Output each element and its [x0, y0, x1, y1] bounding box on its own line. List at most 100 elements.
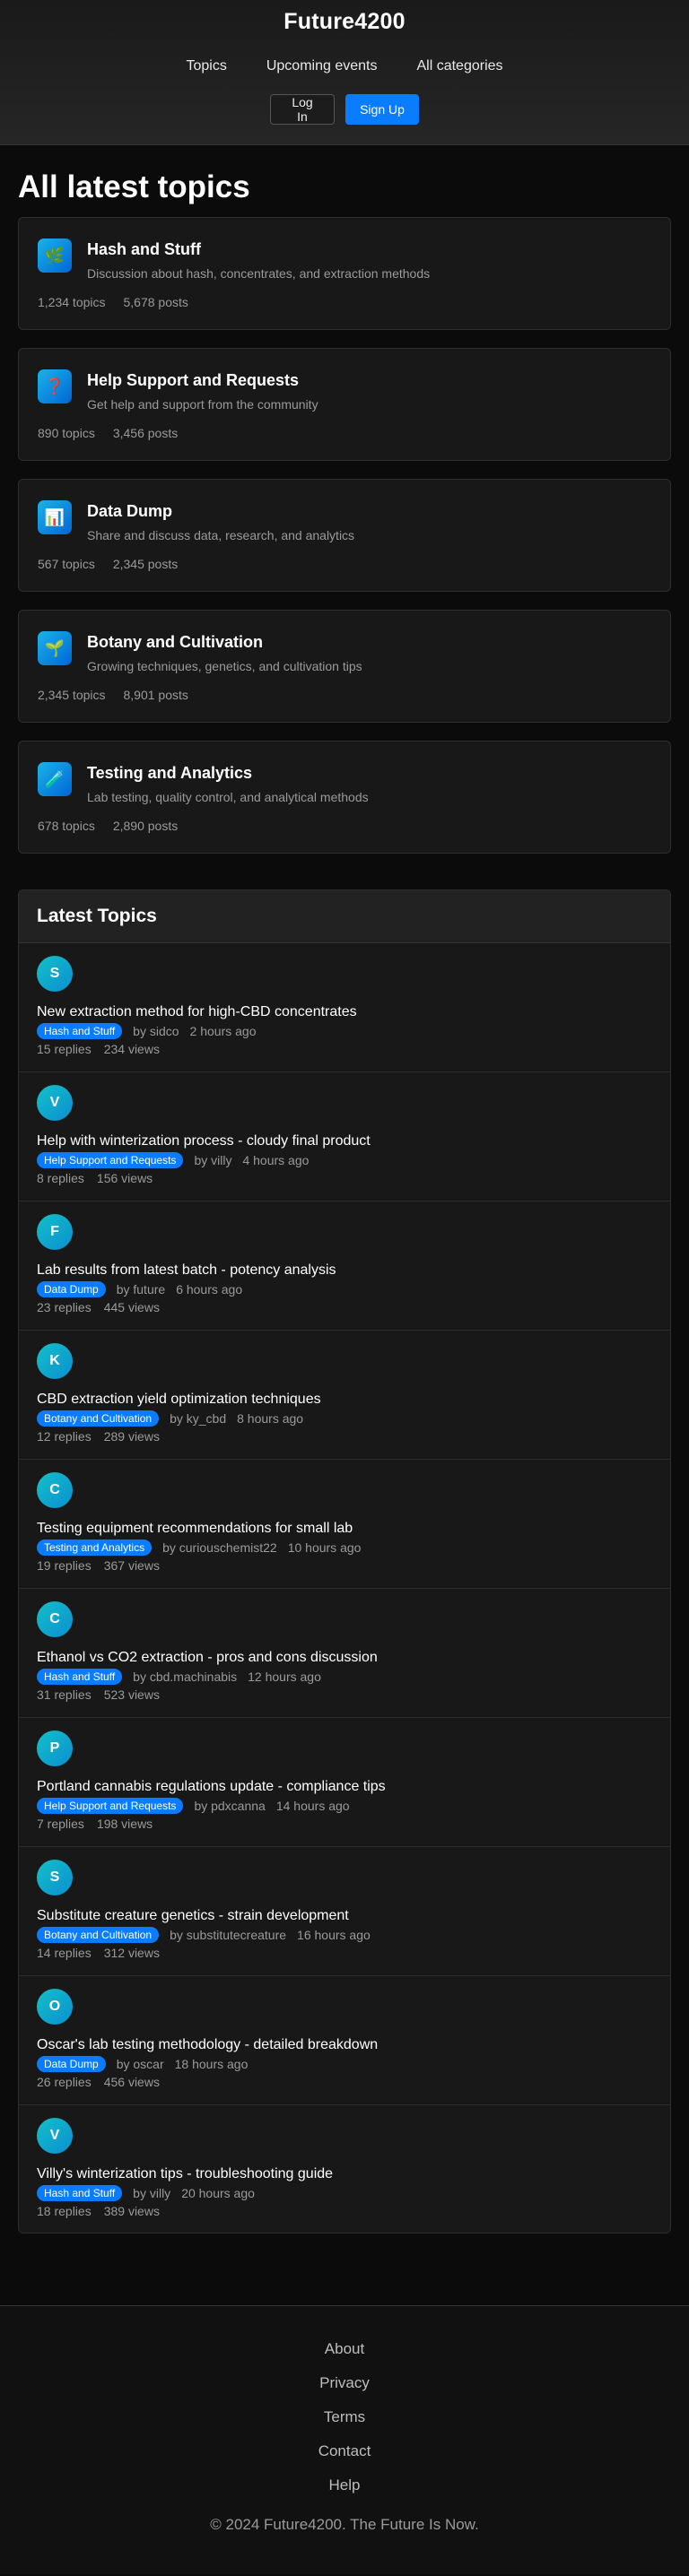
- category-post-count: 5,678 posts: [123, 295, 188, 309]
- main-nav: Topics Upcoming events All categories: [0, 58, 689, 74]
- category-name[interactable]: Testing and Analytics: [87, 764, 652, 783]
- topic-stats: 14 replies 312 views: [37, 1946, 652, 1960]
- topic-stats: 31 replies 523 views: [37, 1687, 652, 1702]
- category-badge[interactable]: Testing and Analytics: [37, 1540, 153, 1556]
- topic-title[interactable]: Substitute creature genetics - strain de…: [37, 1908, 652, 1924]
- footer-link-terms[interactable]: Terms: [0, 2408, 689, 2426]
- category-badge[interactable]: Botany and Cultivation: [37, 1410, 160, 1427]
- category-name[interactable]: Data Dump: [87, 502, 652, 521]
- topic-title[interactable]: Oscar's lab testing methodology - detail…: [37, 2037, 652, 2053]
- category-badge[interactable]: Hash and Stuff: [37, 1669, 123, 1685]
- topic-author: by oscar: [116, 2057, 164, 2071]
- footer-link-contact[interactable]: Contact: [0, 2442, 689, 2460]
- avatar[interactable]: P: [37, 1730, 73, 1766]
- topic-time: 12 hours ago: [248, 1670, 321, 1684]
- category-stats: 678 topics 2,890 posts: [38, 819, 178, 833]
- topic-title[interactable]: Villy's winterization tips - troubleshoo…: [37, 2166, 652, 2182]
- category-card[interactable]: 🌿 Hash and Stuff Discussion about hash, …: [18, 217, 671, 330]
- footer-link-privacy[interactable]: Privacy: [0, 2374, 689, 2392]
- topic-time: 16 hours ago: [297, 1928, 371, 1942]
- topic-meta: Hash and Stuff by sidco 2 hours ago: [37, 1023, 652, 1039]
- nav-upcoming-events[interactable]: Upcoming events: [266, 58, 378, 74]
- avatar[interactable]: S: [37, 1860, 73, 1895]
- category-card[interactable]: ❓ Help Support and Requests Get help and…: [18, 348, 671, 461]
- topic-meta: Testing and Analytics by curiouschemist2…: [37, 1540, 652, 1556]
- chart-icon: 📊: [38, 500, 72, 534]
- category-post-count: 2,890 posts: [112, 819, 179, 833]
- topic-time: 14 hours ago: [275, 1799, 350, 1813]
- main-content: All latest topics 🌿 Hash and Stuff Discu…: [0, 145, 689, 2233]
- topic-title[interactable]: New extraction method for high-CBD conce…: [37, 1004, 652, 1020]
- topic-stats: 18 replies 389 views: [37, 2204, 652, 2218]
- category-badge[interactable]: Botany and Cultivation: [37, 1927, 160, 1943]
- topic-replies: 15 replies: [37, 1042, 92, 1056]
- avatar[interactable]: O: [37, 1989, 73, 2025]
- category-badge[interactable]: Data Dump: [37, 2056, 106, 2072]
- category-card[interactable]: 📊 Data Dump Share and discuss data, rese…: [18, 479, 671, 592]
- topic-replies: 23 replies: [37, 1300, 92, 1314]
- footer-link-help[interactable]: Help: [0, 2476, 689, 2494]
- avatar[interactable]: S: [37, 956, 73, 992]
- avatar[interactable]: C: [37, 1472, 73, 1508]
- topic-time: 20 hours ago: [181, 2186, 255, 2200]
- auth-buttons: Log In Sign Up: [0, 94, 689, 125]
- category-card[interactable]: 🌱 Botany and Cultivation Growing techniq…: [18, 610, 671, 723]
- category-badge[interactable]: Data Dump: [37, 1281, 106, 1297]
- category-description: Share and discuss data, research, and an…: [87, 528, 355, 542]
- category-description: Get help and support from the community: [87, 397, 318, 412]
- topic-replies: 12 replies: [37, 1429, 92, 1444]
- category-stats: 567 topics 2,345 posts: [38, 557, 178, 571]
- topic-title[interactable]: Lab results from latest batch - potency …: [37, 1262, 652, 1279]
- avatar[interactable]: K: [37, 1343, 73, 1379]
- category-card[interactable]: 🧪 Testing and Analytics Lab testing, qua…: [18, 741, 671, 854]
- topic-meta: Data Dump by oscar 18 hours ago: [37, 2056, 652, 2072]
- topic-title[interactable]: Portland cannabis regulations update - c…: [37, 1779, 652, 1795]
- topic-meta: Botany and Cultivation by ky_cbd 8 hours…: [37, 1410, 652, 1427]
- topic-meta: Hash and Stuff by cbd.machinabis 12 hour…: [37, 1669, 652, 1685]
- topic-row: C Ethanol vs CO2 extraction - pros and c…: [19, 1589, 670, 1718]
- topic-title[interactable]: Ethanol vs CO2 extraction - pros and con…: [37, 1650, 652, 1666]
- login-button[interactable]: Log In: [270, 94, 335, 125]
- category-post-count: 2,345 posts: [112, 557, 179, 571]
- category-badge[interactable]: Help Support and Requests: [37, 1152, 184, 1168]
- topic-title[interactable]: CBD extraction yield optimization techni…: [37, 1392, 652, 1408]
- category-badge[interactable]: Hash and Stuff: [37, 2185, 123, 2201]
- category-topic-count: 890 topics: [38, 426, 95, 440]
- nav-topics[interactable]: Topics: [186, 58, 226, 74]
- topic-row: P Portland cannabis regulations update -…: [19, 1718, 670, 1847]
- topic-stats: 15 replies 234 views: [37, 1042, 652, 1056]
- category-name[interactable]: Help Support and Requests: [87, 371, 652, 390]
- site-logo[interactable]: Future4200: [0, 9, 689, 35]
- topic-time: 2 hours ago: [189, 1024, 257, 1038]
- topic-row: V Help with winterization process - clou…: [19, 1072, 670, 1201]
- topic-views: 445 views: [103, 1300, 160, 1314]
- topic-stats: 7 replies 198 views: [37, 1817, 652, 1831]
- topic-stats: 8 replies 156 views: [37, 1171, 652, 1185]
- avatar[interactable]: C: [37, 1601, 73, 1637]
- topic-row: F Lab results from latest batch - potenc…: [19, 1201, 670, 1331]
- nav-all-categories[interactable]: All categories: [416, 58, 502, 74]
- avatar[interactable]: F: [37, 1214, 73, 1250]
- avatar[interactable]: V: [37, 2118, 73, 2154]
- topic-views: 312 views: [103, 1946, 160, 1960]
- category-topic-count: 1,234 topics: [38, 295, 106, 309]
- category-name[interactable]: Botany and Cultivation: [87, 633, 652, 652]
- category-description: Discussion about hash, concentrates, and…: [87, 266, 431, 281]
- topic-title[interactable]: Help with winterization process - cloudy…: [37, 1133, 652, 1149]
- category-description: Growing techniques, genetics, and cultiv…: [87, 659, 362, 673]
- category-badge[interactable]: Help Support and Requests: [37, 1798, 184, 1814]
- category-name[interactable]: Hash and Stuff: [87, 240, 652, 259]
- footer-link-about[interactable]: About: [0, 2340, 689, 2358]
- signup-button[interactable]: Sign Up: [345, 94, 419, 125]
- topic-title[interactable]: Testing equipment recommendations for sm…: [37, 1521, 652, 1537]
- topic-replies: 14 replies: [37, 1946, 92, 1960]
- category-badge[interactable]: Hash and Stuff: [37, 1023, 123, 1039]
- category-list: 🌿 Hash and Stuff Discussion about hash, …: [18, 217, 671, 854]
- site-header: Future4200 Topics Upcoming events All ca…: [0, 0, 689, 145]
- topic-time: 8 hours ago: [237, 1411, 304, 1426]
- category-topic-count: 678 topics: [38, 819, 95, 833]
- test-tube-icon: 🧪: [38, 762, 72, 796]
- avatar[interactable]: V: [37, 1085, 73, 1121]
- category-post-count: 3,456 posts: [112, 426, 179, 440]
- topic-stats: 19 replies 367 views: [37, 1558, 652, 1573]
